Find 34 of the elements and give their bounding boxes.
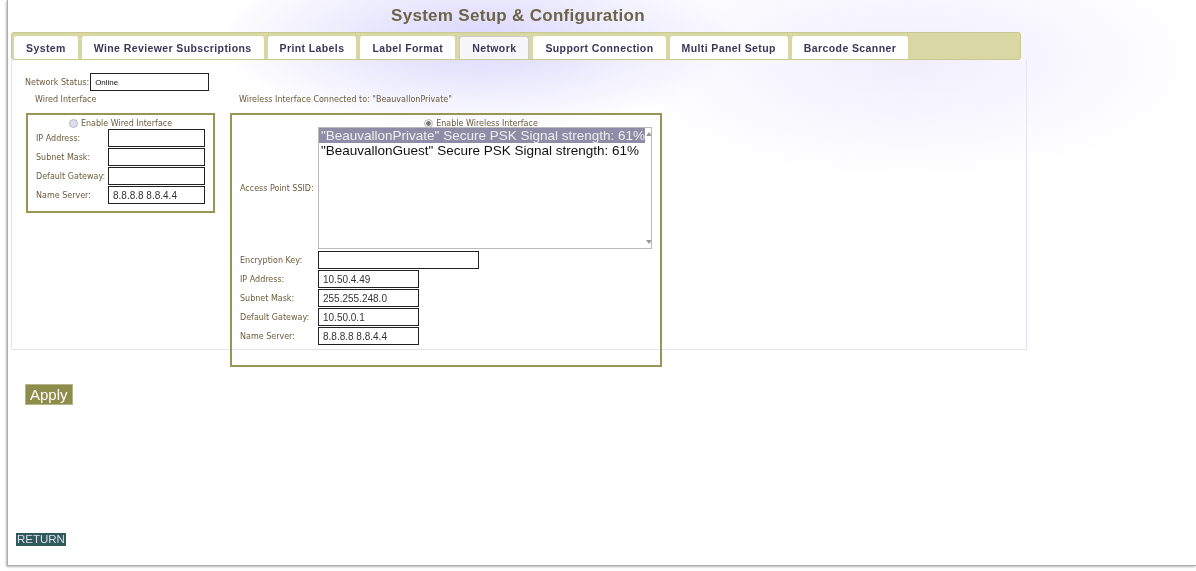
tab[interactable]: System xyxy=(14,36,78,59)
radio-label: Enable Wired Interface xyxy=(80,119,173,128)
field-label: Subnet Mask: xyxy=(36,152,92,162)
section-heading: Wired Interface xyxy=(35,95,98,104)
page-title: System Setup & Configuration xyxy=(390,5,646,27)
input-field[interactable]: 8.8.8.8 8.8.4.4 xyxy=(318,327,419,345)
ssid-list[interactable]: "BeauvallonPrivate" Secure PSK Signal strength: 61% "BeauvallonGuest" Secure PSK Signal strength: 61% xyxy=(318,127,652,249)
list-item[interactable]: "BeauvallonGuest" Secure PSK Signal strength: 61% xyxy=(319,143,646,158)
return-button[interactable]: RETURN xyxy=(16,533,66,546)
apply-button[interactable]: Apply xyxy=(25,384,73,405)
tab[interactable]: Support Connection xyxy=(533,36,666,59)
status-field[interactable]: Online xyxy=(90,73,210,91)
section-heading: Wireless Interface Connected to: "BeauvallonPrivate" xyxy=(239,95,453,104)
field-label: Network Status: xyxy=(25,77,90,87)
field-label: Subnet Mask: xyxy=(240,293,296,303)
input-field[interactable]: 10.50.0.1 xyxy=(318,308,419,326)
input-field[interactable]: 10.50.4.49 xyxy=(318,270,419,288)
tab[interactable]: Wine Reviewer Subscriptions xyxy=(81,36,264,59)
field-label: Default Gateway: xyxy=(240,312,311,322)
field-label: IP Address: xyxy=(240,274,286,284)
tab[interactable]: Label Format xyxy=(360,36,456,59)
input-field[interactable]: 8.8.8.8 8.8.4.4 xyxy=(108,186,205,204)
field-label: IP Address: xyxy=(36,133,82,143)
field-label: Encryption Key: xyxy=(240,255,304,265)
field-label: Default Gateway: xyxy=(36,171,107,181)
field-label: Access Point SSID: xyxy=(240,183,315,193)
field-label: Name Server: xyxy=(36,190,92,200)
tab[interactable]: Barcode Scanner xyxy=(791,36,909,59)
input-field[interactable]: 255.255.248.0 xyxy=(318,289,419,307)
tab[interactable]: Print Labels xyxy=(267,36,357,59)
field-label: Name Server: xyxy=(240,331,296,341)
tab[interactable]: Network xyxy=(459,36,530,59)
tab[interactable]: Multi Panel Setup xyxy=(669,36,788,59)
radio-label: Enable Wireless Interface xyxy=(436,119,538,128)
